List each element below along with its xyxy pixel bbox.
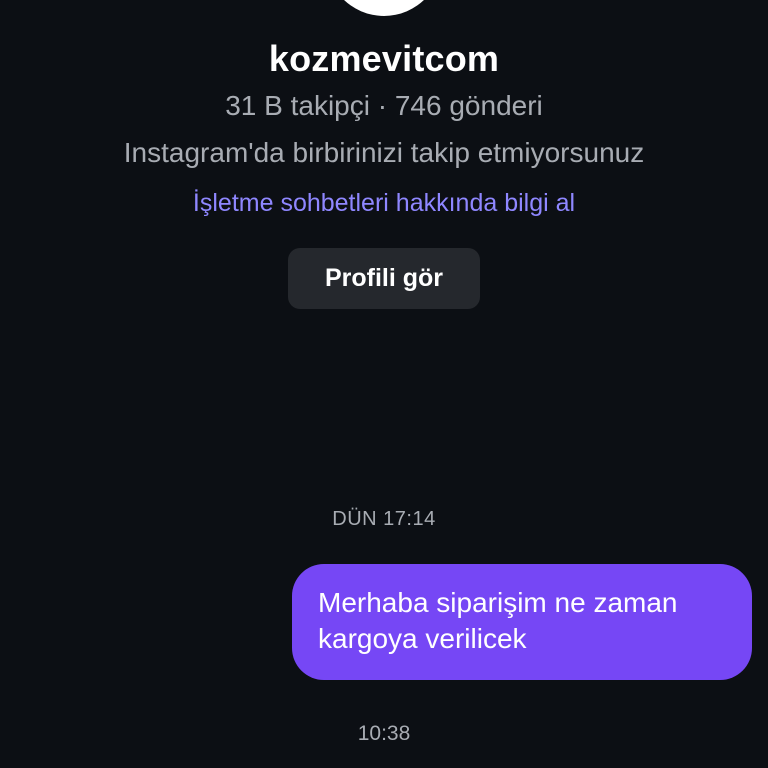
- profile-username: kozmevitcom: [268, 38, 500, 79]
- follow-status-text: Instagram'da birbirinizi takip etmiyorsu…: [123, 137, 645, 168]
- profile-stats: 31 B takipçi · 746 gönderi: [225, 90, 543, 121]
- message-timestamp: DÜN 17:14: [332, 508, 436, 530]
- view-profile-button[interactable]: Profili gör: [288, 248, 480, 309]
- message-text-line: Merhaba siparişim ne zaman: [318, 587, 678, 618]
- message-text-line: kargoya verilicek: [318, 623, 527, 654]
- message-timestamp: 10:38: [357, 722, 411, 745]
- profile-avatar[interactable]: [324, 0, 444, 16]
- business-chats-info-link[interactable]: İşletme sohbetleri hakkında bilgi al: [0, 189, 768, 218]
- outgoing-message-bubble[interactable]: Merhaba siparişim ne zaman kargoya veril…: [292, 564, 752, 680]
